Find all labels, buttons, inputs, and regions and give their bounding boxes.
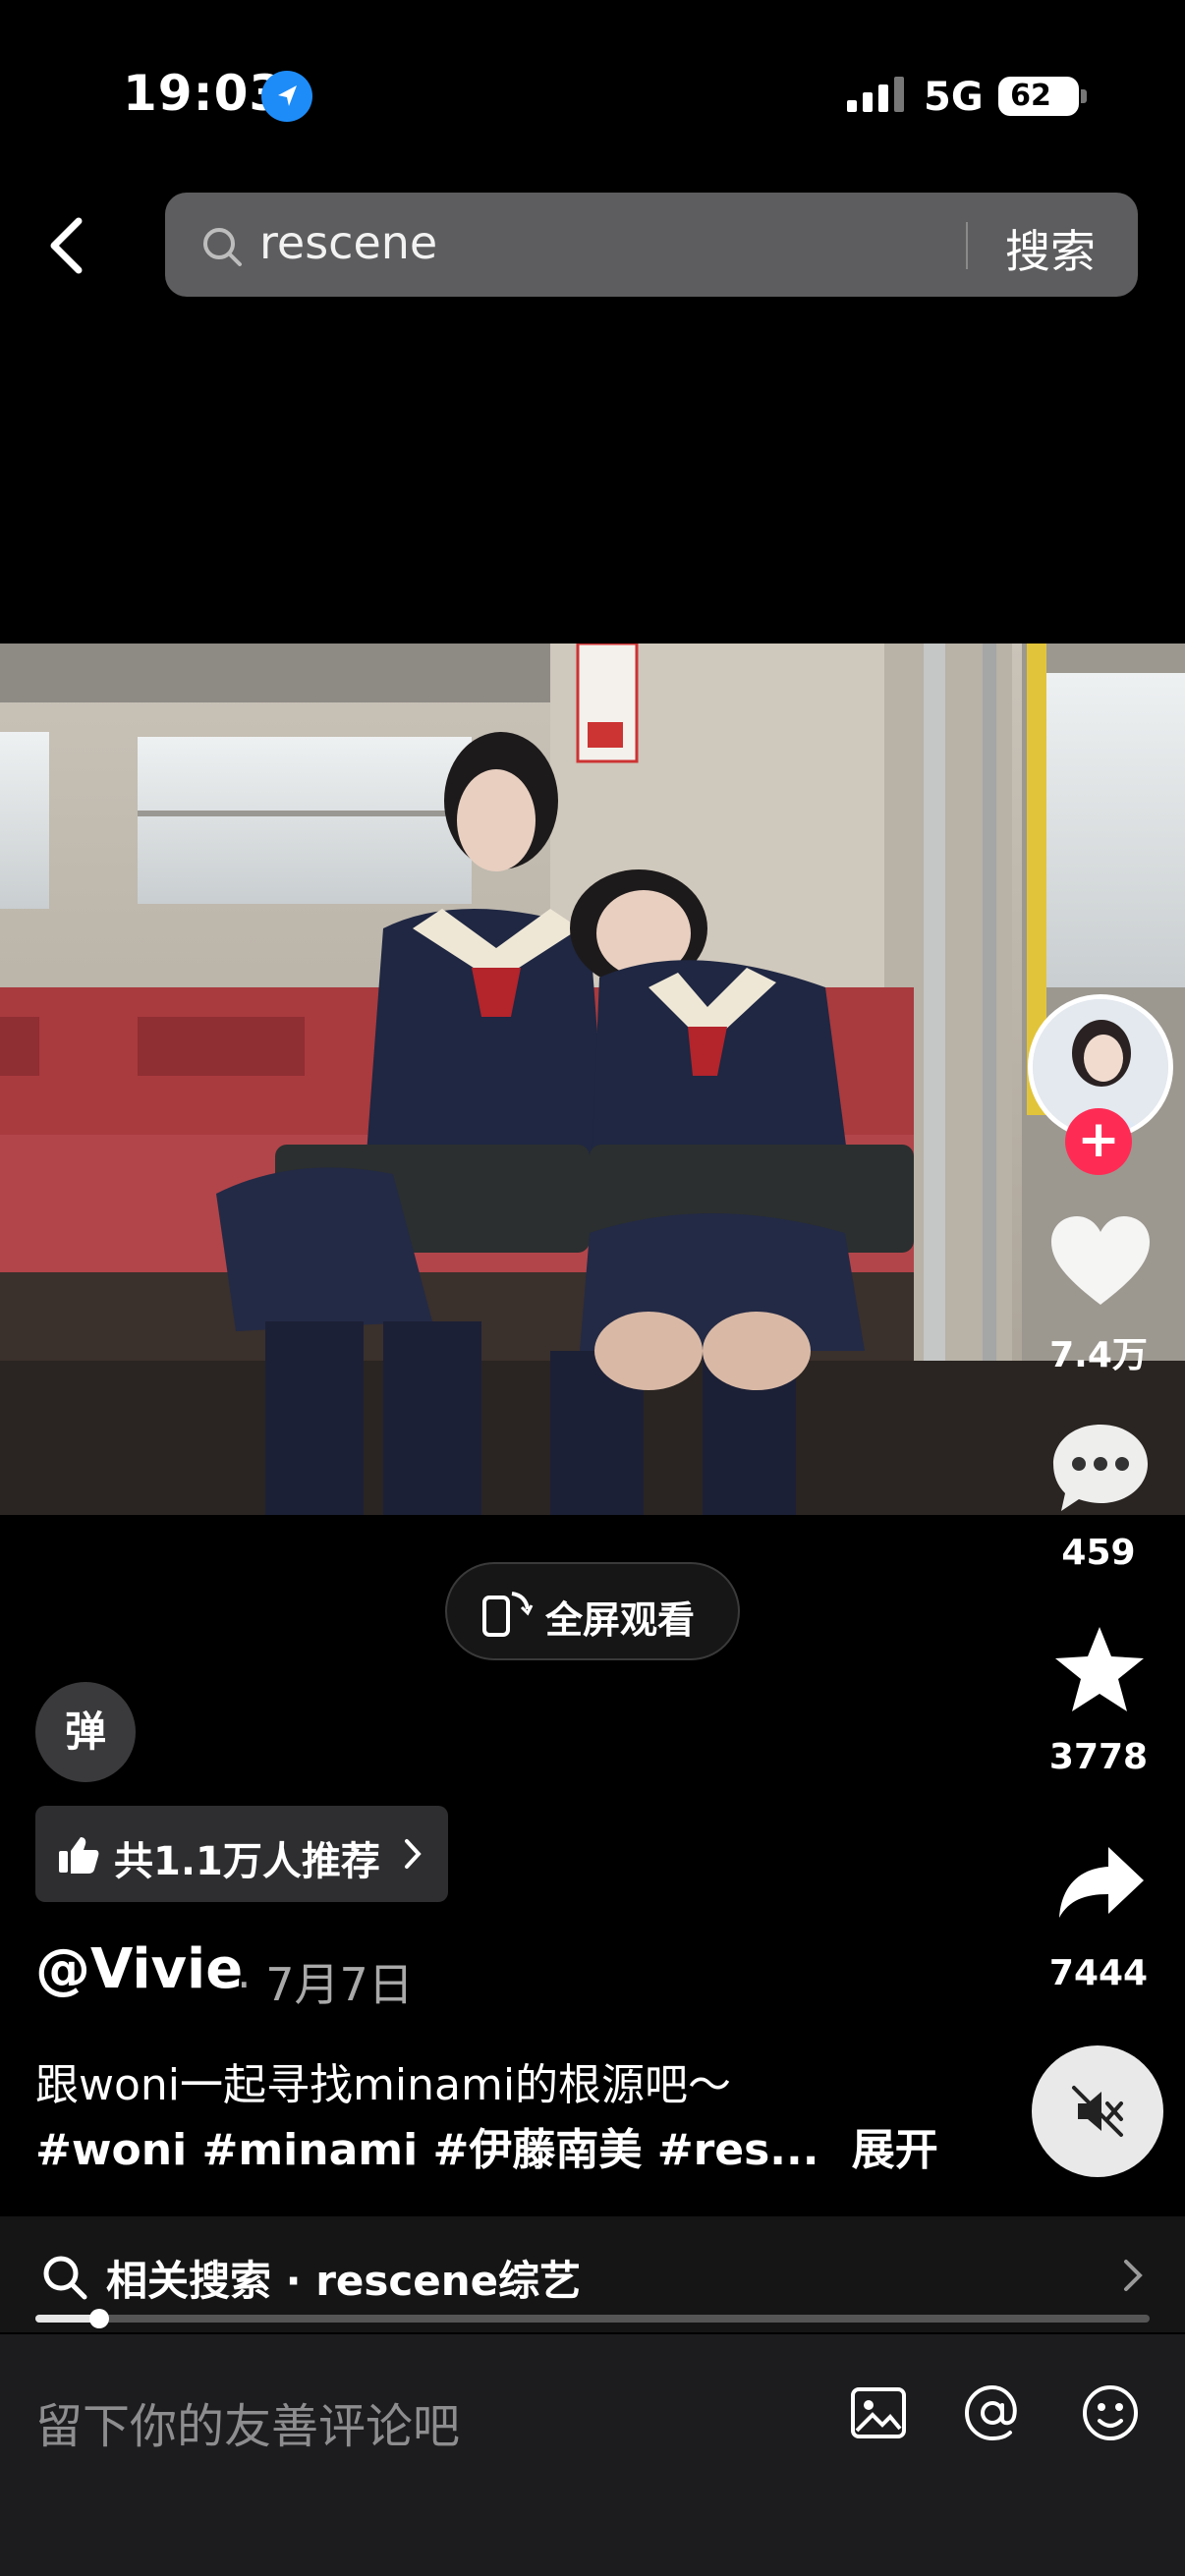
progress-knob[interactable] bbox=[88, 2309, 109, 2328]
author-name[interactable]: @Vivie bbox=[35, 1937, 243, 2001]
battery-cap bbox=[1081, 89, 1087, 103]
related-search-label[interactable]: 相关搜索 · rescene综艺 bbox=[106, 2248, 581, 2308]
recommend-label: 共1.1万人推荐 bbox=[114, 1839, 380, 1884]
battery-level: 62 bbox=[1010, 79, 1051, 113]
video-frame bbox=[0, 644, 1185, 1515]
post-date: · 7月7日 bbox=[237, 1958, 414, 2011]
expand-button[interactable]: 展开 bbox=[852, 2125, 938, 2175]
search-divider bbox=[966, 222, 968, 269]
status-time: 19:03 bbox=[123, 65, 285, 122]
caption-text: 跟woni一起寻找minami的根源吧～ bbox=[35, 2060, 732, 2110]
at-mention-icon[interactable] bbox=[961, 2381, 1024, 2444]
fullscreen-label: 全屏观看 bbox=[545, 1598, 696, 1642]
status-bar: 19:03 5G 62 bbox=[0, 0, 1185, 187]
rotate-phone-icon bbox=[482, 1592, 534, 1637]
shares-count: 7444 bbox=[1048, 1953, 1149, 1993]
emoji-icon[interactable] bbox=[1079, 2381, 1142, 2444]
network-type: 5G bbox=[924, 75, 984, 120]
comment-bubble-icon[interactable] bbox=[1049, 1421, 1152, 1515]
caption-hashtags: #woni #minami #伊藤南美 #res... 展开 bbox=[35, 2114, 938, 2177]
mute-button[interactable] bbox=[1032, 2045, 1163, 2177]
battery-icon: 62 bbox=[998, 77, 1079, 116]
recommend-pill[interactable]: 共1.1万人推荐 bbox=[35, 1806, 448, 1902]
back-chevron-icon[interactable] bbox=[29, 201, 108, 290]
hashtags[interactable]: #woni #minami #伊藤南美 #res... bbox=[35, 2125, 818, 2175]
search-input[interactable]: rescene 搜索 bbox=[165, 193, 1138, 297]
danmaku-toggle[interactable]: 弹 bbox=[35, 1682, 136, 1782]
follow-button[interactable]: + bbox=[1065, 1108, 1132, 1175]
location-arrow-icon bbox=[261, 71, 312, 122]
favorites-count: 3778 bbox=[1048, 1737, 1149, 1777]
search-icon bbox=[203, 228, 242, 266]
signal-bars-icon bbox=[847, 77, 904, 112]
likes-count: 7.4万 bbox=[1049, 1335, 1148, 1375]
search-query[interactable]: rescene bbox=[259, 216, 437, 269]
star-icon[interactable] bbox=[1051, 1623, 1148, 1715]
fullscreen-button[interactable]: 全屏观看 bbox=[445, 1562, 740, 1660]
comments-count: 459 bbox=[1061, 1533, 1136, 1573]
thumbs-up-icon bbox=[59, 1837, 99, 1874]
video-player[interactable] bbox=[0, 644, 1185, 1515]
heart-icon[interactable] bbox=[1047, 1214, 1154, 1313]
author-line: @Vivie · 7月7日 bbox=[35, 1937, 414, 2011]
chevron-right-icon bbox=[405, 1839, 422, 1869]
search-button[interactable]: 搜索 bbox=[1005, 216, 1096, 281]
comment-input[interactable]: 留下你的友善评论吧 bbox=[35, 2387, 460, 2456]
speaker-muted-icon bbox=[1072, 2086, 1123, 2137]
chevron-right-icon bbox=[1124, 2260, 1143, 2291]
playback-progress[interactable] bbox=[35, 2309, 1150, 2328]
image-icon[interactable] bbox=[847, 2381, 910, 2444]
share-arrow-icon[interactable] bbox=[1055, 1843, 1148, 1922]
search-icon bbox=[43, 2256, 87, 2300]
